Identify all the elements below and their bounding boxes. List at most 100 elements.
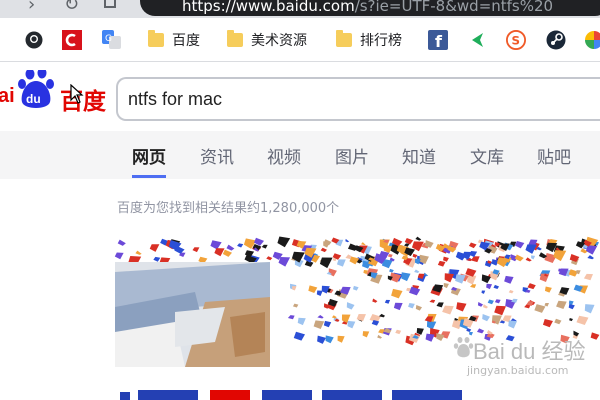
browser-toolbar: › ↻ https://www.baidu.com/s?ie=UTF-8&wd=… [0,0,600,18]
search-query-text: ntfs for mac [128,89,223,109]
bookmark-red-c[interactable] [62,28,82,52]
mosaic-tile [316,290,323,297]
forward-icon[interactable]: › [28,0,35,15]
mosaic-tile [494,299,501,304]
mosaic-tile [323,320,332,328]
mosaic-tile [313,320,325,329]
mosaic-tile [443,256,449,262]
folder-icon [334,30,354,50]
bookmark-art-resources-folder[interactable]: 美术资源 [225,28,307,52]
mosaic-tile [531,255,536,260]
mosaic-tile [210,240,222,250]
reload-icon[interactable]: ↻ [64,0,79,15]
tab-images[interactable]: 图片 [335,143,369,168]
mouse-cursor-icon [70,84,84,104]
mosaic-tile [544,286,552,293]
mosaic-tile [504,275,514,284]
mosaic-tile [384,299,391,304]
svg-text:ai: ai [0,85,15,107]
result-count: 百度为您找到相关结果约1,280,000个 [117,201,340,216]
bookmark-baidu-folder[interactable]: 百度 [146,28,200,52]
green-arrow-icon [468,30,488,50]
obscured-result-title [120,390,462,400]
mosaic-tile [442,305,454,315]
mosaic-tile [436,302,444,308]
mosaic-tile [437,260,446,267]
github-icon [24,30,44,50]
mosaic-tile [320,247,327,253]
tab-zhidao[interactable]: 知道 [402,143,436,168]
bookmark-facebook[interactable]: f [428,28,448,52]
mosaic-tile [317,335,326,344]
mosaic-tile [415,304,423,311]
home-icon[interactable] [104,0,116,8]
mosaic-tile [135,250,142,255]
mosaic-tile [292,286,297,291]
bookmark-github[interactable] [24,28,44,52]
mosaic-tile [293,331,306,341]
bookmark-steam[interactable] [546,28,566,52]
mosaic-tile [525,257,532,262]
mosaic-tile [481,290,486,294]
mosaic-tile [226,244,235,251]
facebook-icon: f [428,30,448,50]
mosaic-tile [325,335,334,344]
svg-text:G: G [105,34,112,44]
mosaic-tile [508,320,518,329]
bookmark-photos[interactable] [584,28,600,52]
mosaic-tile [534,304,546,313]
mosaic-tile [192,247,200,253]
mosaic-tile [456,302,467,312]
bookmark-google-translate[interactable]: G [102,28,122,52]
mosaic-tile [483,304,489,309]
mosaic-tile [337,335,345,343]
mosaic-tile [297,317,306,326]
svg-text:f: f [435,32,443,50]
mosaic-tile [425,333,435,342]
watermark-text: Bai du 经验 [473,339,586,364]
mosaic-tile [494,305,506,316]
mosaic-tile [401,272,411,282]
active-tab-indicator [132,175,166,178]
folder-icon [225,30,245,50]
bookmark-rankings-folder[interactable]: 排行榜 [334,28,402,52]
mosaic-tile [237,243,244,248]
mosaic-tile [277,236,291,248]
mosaic-tile [469,284,477,288]
tab-tieba[interactable]: 贴吧 [537,143,571,168]
tab-video[interactable]: 视频 [267,143,301,168]
mosaic-tile [360,242,366,246]
mosaic-tile [372,298,378,303]
mosaic-tile [319,257,333,269]
mosaic-tile [553,250,567,262]
paw-watermark-icon [453,337,474,358]
mosaic-tile [569,317,573,322]
search-input[interactable]: ntfs for mac [116,77,600,121]
tab-news[interactable]: 资讯 [200,143,234,168]
mosaic-tile [493,284,500,289]
bookmark-label: 排行榜 [360,33,402,49]
mosaic-tile [328,268,337,277]
mosaic-tile [356,314,366,322]
mosaic-tile [149,244,160,252]
mosaic-tile [468,242,477,249]
mosaic-tile [491,315,502,325]
address-bar[interactable]: https://www.baidu.com/s?ie=UTF-8&wd=ntfs… [140,0,600,16]
obscured-result-thumbnail [115,262,270,367]
mosaic-tile [308,285,318,294]
mosaic-tile [287,315,295,320]
tab-wenku[interactable]: 文库 [470,143,504,168]
url-path: /s?ie=UTF-8&wd=ntfs%20 [354,0,554,15]
bookmark-orange-s[interactable]: S [506,28,526,52]
mosaic-tile [214,248,225,257]
bookmark-green-arrow[interactable] [468,28,488,52]
mosaic-tile [117,239,126,246]
mosaic-tile [487,299,494,305]
mosaic-tile [292,303,299,308]
tab-web[interactable]: 网页 [132,143,166,168]
mosaic-tile [499,320,506,324]
mosaic-tile [416,328,424,335]
baidu-logo[interactable]: du ai 百度 [0,67,110,116]
mosaic-tile [395,329,402,335]
mosaic-tile [467,275,477,285]
